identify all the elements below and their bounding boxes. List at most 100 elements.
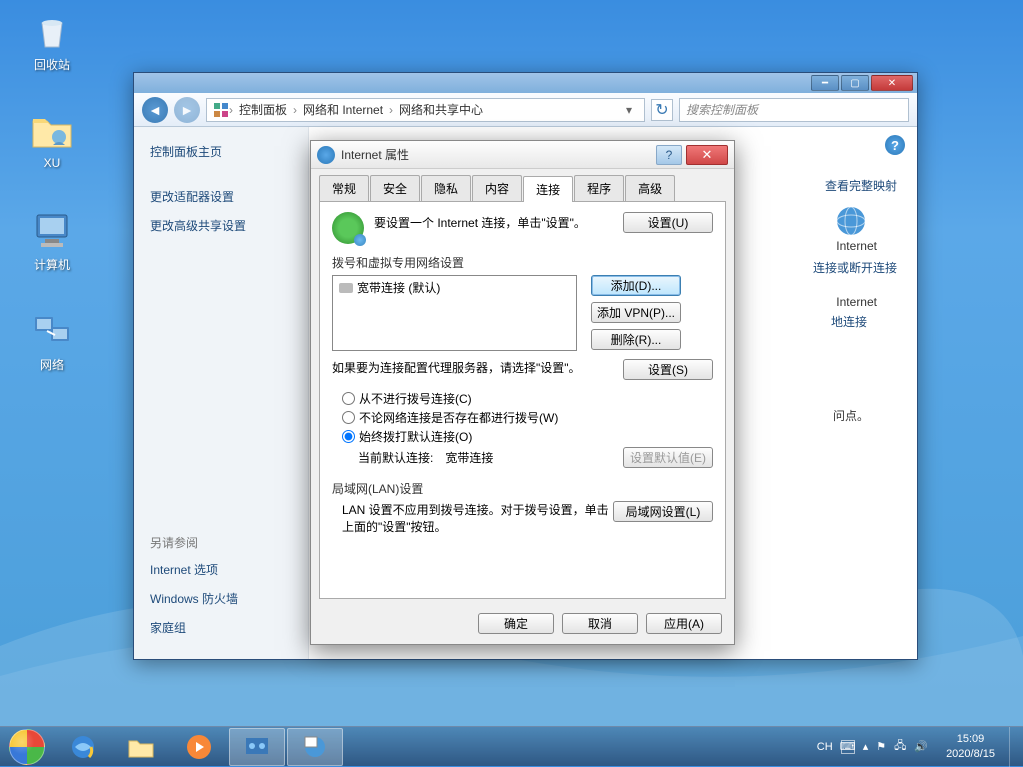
- recycle-bin-label: 回收站: [14, 56, 90, 73]
- xu-folder-label: XU: [14, 156, 90, 170]
- computer-icon[interactable]: 计算机: [14, 210, 90, 273]
- add-vpn-button[interactable]: 添加 VPN(P)...: [591, 302, 681, 323]
- local-connection-link[interactable]: 地连接: [831, 313, 867, 330]
- sidebar-homegroup[interactable]: 家庭组: [150, 619, 292, 636]
- lan-section-label: 局域网(LAN)设置: [332, 480, 713, 497]
- network-icon[interactable]: 网络: [14, 310, 90, 373]
- sidebar-see-also-title: 另请参阅: [150, 534, 292, 551]
- apply-button[interactable]: 应用(A): [646, 613, 722, 634]
- taskbar-ie[interactable]: [55, 728, 111, 766]
- keyboard-icon[interactable]: ⌨: [841, 740, 855, 754]
- cp-titlebar: ━ ▢ ✕: [134, 73, 917, 93]
- search-input[interactable]: 搜索控制面板: [679, 98, 909, 122]
- connect-disconnect-link[interactable]: 连接或断开连接: [813, 259, 897, 276]
- taskbar-control-panel[interactable]: [229, 728, 285, 766]
- tab-security[interactable]: 安全: [370, 175, 420, 201]
- maximize-button[interactable]: ▢: [841, 75, 869, 91]
- start-button[interactable]: [0, 727, 54, 767]
- dial-connection-list[interactable]: 宽带连接 (默认): [332, 275, 577, 351]
- dialog-icon: [317, 146, 335, 164]
- taskbar-explorer[interactable]: [113, 728, 169, 766]
- dialog-help-button[interactable]: ?: [656, 145, 682, 165]
- breadcrumb[interactable]: › 控制面板 › 网络和 Internet › 网络和共享中心 ▾: [206, 98, 645, 122]
- xu-folder-icon[interactable]: XU: [14, 110, 90, 170]
- sidebar-firewall[interactable]: Windows 防火墙: [150, 590, 292, 607]
- network-label: 网络: [14, 356, 90, 373]
- lan-text: LAN 设置不应用到拨号连接。对于拨号设置，单击上面的"设置"按钮。: [342, 501, 613, 535]
- radio-dial-when[interactable]: 不论网络连接是否存在都进行拨号(W): [342, 409, 713, 426]
- current-default-value: 宽带连接: [445, 449, 493, 466]
- internet-label-2: Internet: [836, 295, 877, 309]
- volume-icon[interactable]: 🔊: [914, 740, 928, 753]
- tab-content[interactable]: 内容: [472, 175, 522, 201]
- cp-sidebar: 控制面板主页 更改适配器设置 更改高级共享设置 另请参阅 Internet 选项…: [134, 127, 309, 659]
- back-button[interactable]: ◄: [142, 97, 168, 123]
- start-orb-icon: [9, 729, 45, 765]
- network-tray-icon[interactable]: 🖧: [894, 737, 906, 756]
- radio-never-dial-input[interactable]: [342, 392, 355, 405]
- dial-list-item[interactable]: 宽带连接 (默认): [335, 278, 574, 297]
- setup-text: 要设置一个 Internet 连接，单击"设置"。: [374, 212, 623, 231]
- sidebar-home[interactable]: 控制面板主页: [150, 143, 292, 160]
- sidebar-advanced-sharing[interactable]: 更改高级共享设置: [150, 217, 292, 234]
- refresh-button[interactable]: ↻: [651, 99, 673, 121]
- setup-button[interactable]: 设置(U): [623, 212, 713, 233]
- nav-bar: ◄ ► › 控制面板 › 网络和 Internet › 网络和共享中心 ▾ ↻ …: [134, 93, 917, 127]
- computer-label: 计算机: [14, 256, 90, 273]
- internet-properties-dialog: Internet 属性 ? ✕ 常规 安全 隐私 内容 连接 程序 高级 要设置…: [310, 140, 735, 645]
- set-default-button[interactable]: 设置默认值(E): [623, 447, 713, 468]
- forward-button[interactable]: ►: [174, 97, 200, 123]
- radio-never-dial[interactable]: 从不进行拨号连接(C): [342, 390, 713, 407]
- taskbar-media-player[interactable]: [171, 728, 227, 766]
- view-full-map-link[interactable]: 查看完整映射: [825, 177, 897, 194]
- sidebar-internet-options[interactable]: Internet 选项: [150, 561, 292, 578]
- internet-globe-icon: [835, 205, 867, 237]
- proxy-text: 如果要为连接配置代理服务器，请选择"设置"。: [332, 359, 623, 376]
- dialog-titlebar[interactable]: Internet 属性 ? ✕: [311, 141, 734, 169]
- lan-settings-button[interactable]: 局域网设置(L): [613, 501, 713, 522]
- tab-general[interactable]: 常规: [319, 175, 369, 201]
- close-button[interactable]: ✕: [871, 75, 913, 91]
- breadcrumb-control-panel[interactable]: 控制面板: [233, 101, 293, 118]
- globe-icon: [332, 212, 364, 244]
- control-panel-icon: [213, 102, 229, 118]
- tab-advanced[interactable]: 高级: [625, 175, 675, 201]
- breadcrumb-net-internet[interactable]: 网络和 Internet: [297, 101, 389, 118]
- clock-time: 15:09: [946, 732, 995, 746]
- language-indicator[interactable]: CH: [817, 741, 833, 753]
- taskbar-internet-options[interactable]: [287, 728, 343, 766]
- dialog-tabs: 常规 安全 隐私 内容 连接 程序 高级: [311, 169, 734, 201]
- connection-icon: [339, 283, 353, 293]
- radio-always-dial[interactable]: 始终拨打默认连接(O): [342, 428, 713, 445]
- dialog-content: 要设置一个 Internet 连接，单击"设置"。 设置(U) 拨号和虚拟专用网…: [319, 201, 726, 599]
- dialog-close-button[interactable]: ✕: [686, 145, 728, 165]
- settings-button[interactable]: 设置(S): [623, 359, 713, 380]
- question-point-text: 问点。: [833, 407, 869, 424]
- tab-programs[interactable]: 程序: [574, 175, 624, 201]
- radio-always-dial-input[interactable]: [342, 430, 355, 443]
- dialog-footer: 确定 取消 应用(A): [311, 607, 734, 640]
- tray-chevron-icon[interactable]: ▴: [863, 740, 869, 753]
- tab-connections[interactable]: 连接: [523, 176, 573, 202]
- action-center-icon[interactable]: ⚑: [876, 740, 886, 753]
- internet-label: Internet: [836, 239, 877, 253]
- add-button[interactable]: 添加(D)...: [591, 275, 681, 296]
- remove-button[interactable]: 删除(R)...: [591, 329, 681, 350]
- recycle-bin-icon[interactable]: 回收站: [14, 10, 90, 73]
- cancel-button[interactable]: 取消: [562, 613, 638, 634]
- dial-section-label: 拨号和虚拟专用网络设置: [332, 254, 713, 271]
- sidebar-adapter-settings[interactable]: 更改适配器设置: [150, 188, 292, 205]
- show-desktop-button[interactable]: [1009, 727, 1023, 767]
- clock[interactable]: 15:09 2020/8/15: [936, 732, 1005, 761]
- ok-button[interactable]: 确定: [478, 613, 554, 634]
- tab-privacy[interactable]: 隐私: [421, 175, 471, 201]
- breadcrumb-dropdown-icon[interactable]: ▾: [620, 103, 638, 117]
- radio-dial-when-input[interactable]: [342, 411, 355, 424]
- help-icon[interactable]: ?: [885, 135, 905, 155]
- current-default-label: 当前默认连接:: [358, 449, 433, 466]
- dialog-title: Internet 属性: [341, 146, 656, 163]
- minimize-button[interactable]: ━: [811, 75, 839, 91]
- clock-date: 2020/8/15: [946, 747, 995, 761]
- breadcrumb-net-sharing[interactable]: 网络和共享中心: [393, 101, 489, 118]
- system-tray: CH ⌨ ▴ ⚑ 🖧 🔊 15:09 2020/8/15: [813, 732, 1009, 761]
